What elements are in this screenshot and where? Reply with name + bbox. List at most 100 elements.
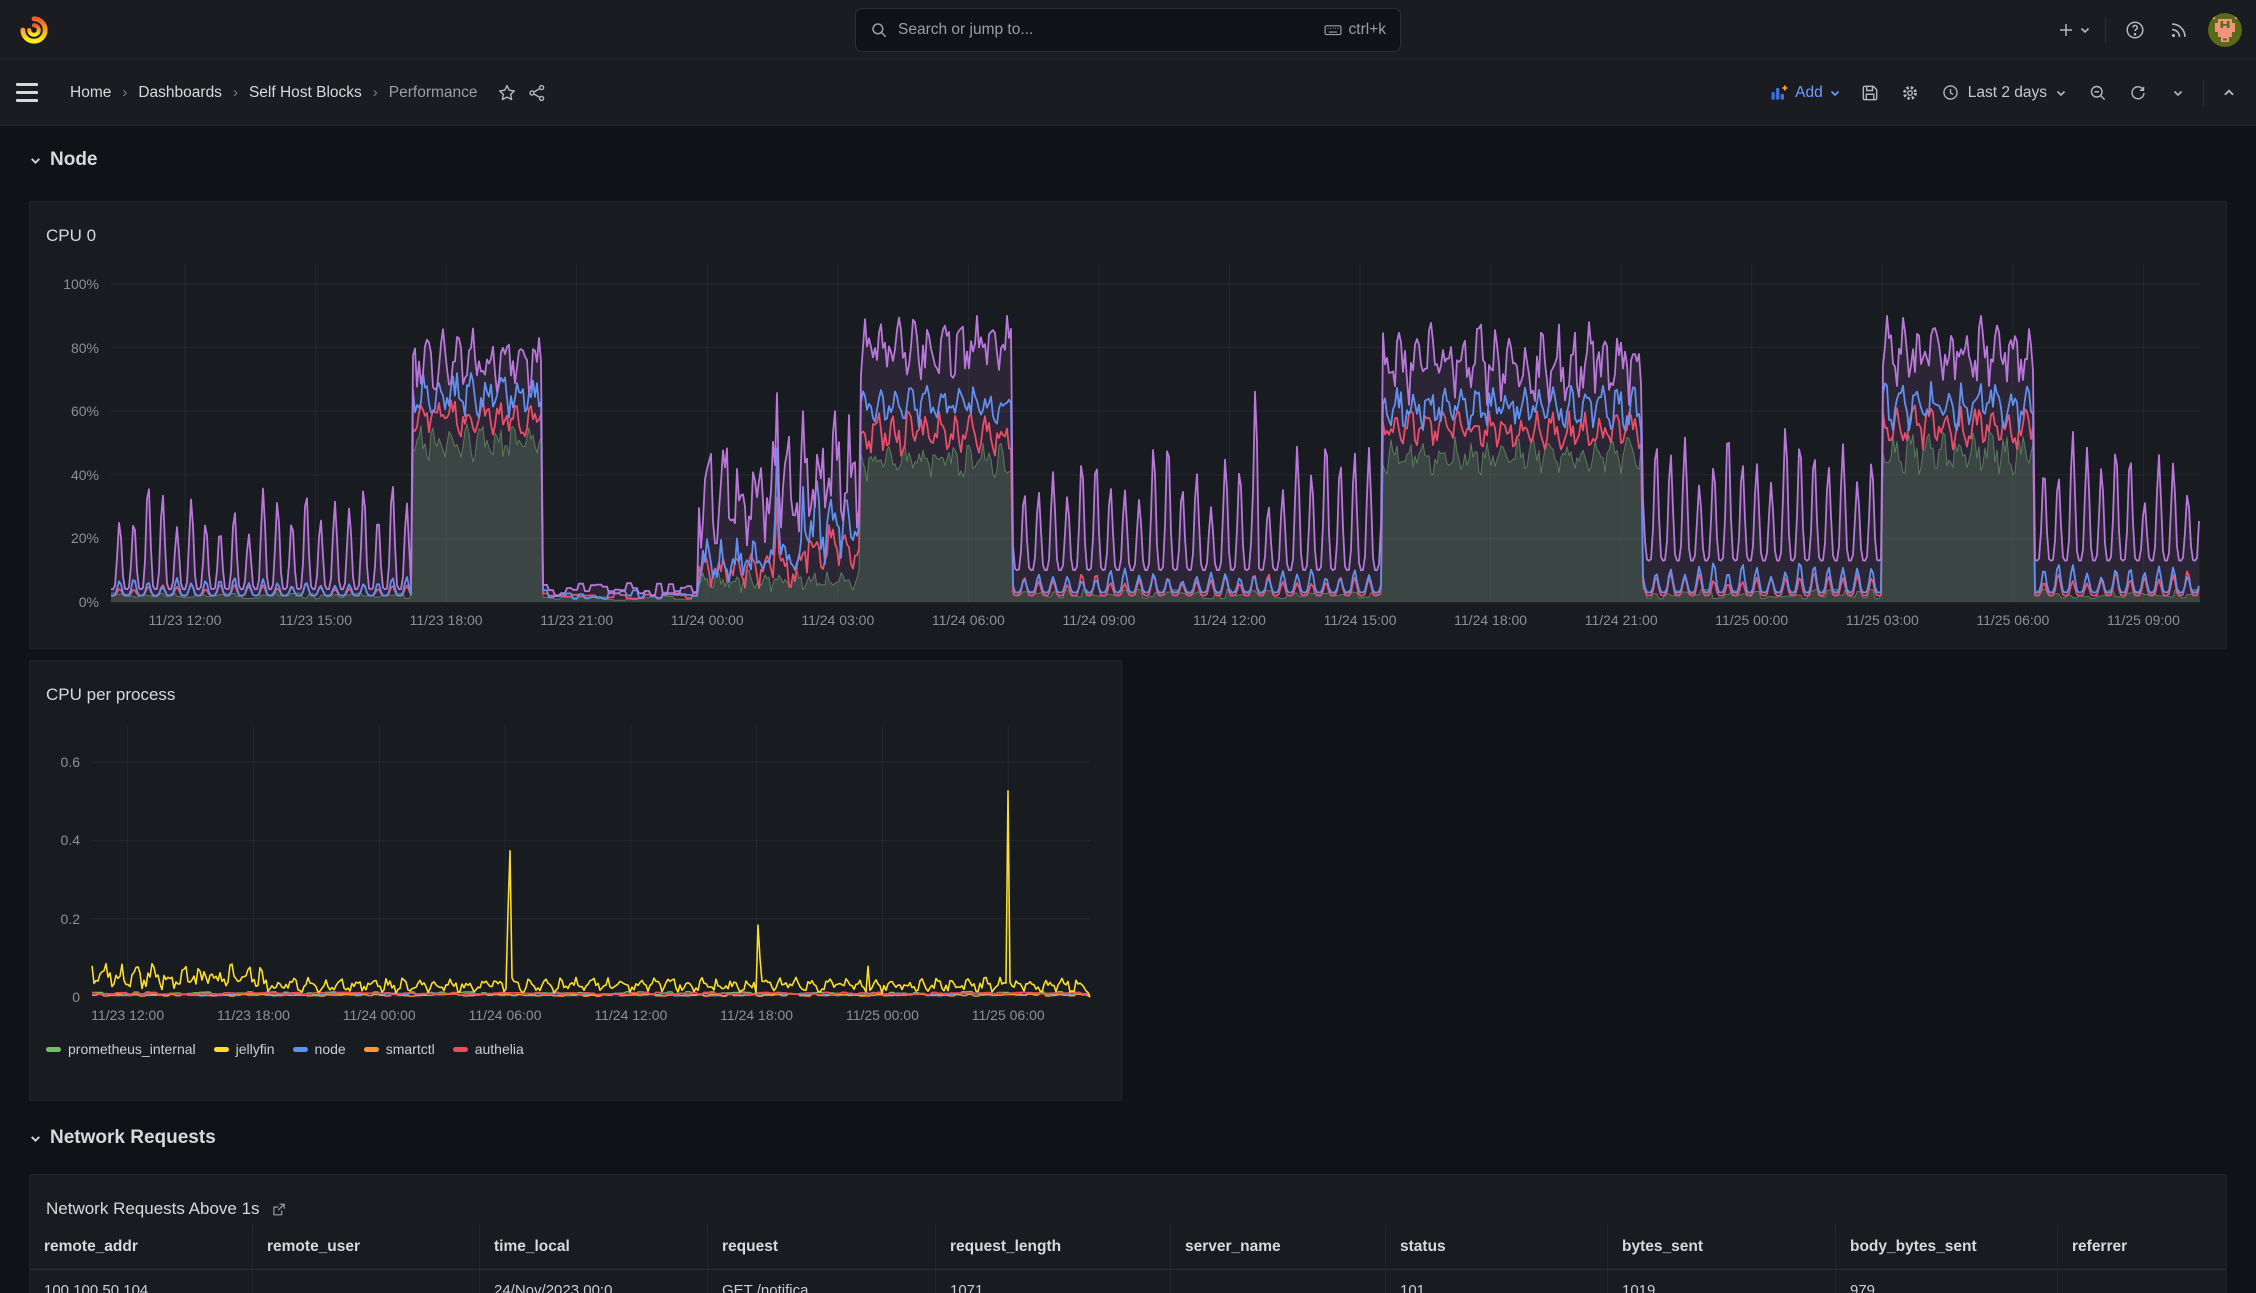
y-tick-label: 80%: [70, 339, 99, 356]
share-button[interactable]: [522, 78, 552, 108]
table-header-row: remote_addr remote_user time_local request r…: [30, 1225, 2226, 1270]
row-network-requests-label: Network Requests: [50, 1127, 216, 1148]
column-header-server_name[interactable]: server_name: [1171, 1225, 1386, 1269]
legend-marker: [292, 1046, 308, 1052]
column-header-body_bytes_sent[interactable]: body_bytes_sent: [1836, 1225, 2058, 1269]
panel-title-network-requests[interactable]: Network Requests Above 1s: [46, 1199, 287, 1219]
refresh-interval-dropdown[interactable]: [2163, 78, 2193, 108]
favorite-star-button[interactable]: [492, 78, 522, 108]
legend-item-smartctl[interactable]: smartctl: [363, 1041, 435, 1057]
legend-marker: [213, 1046, 229, 1052]
x-tick-label: 11/24 09:00: [1062, 612, 1136, 628]
x-tick-label: 11/24 06:00: [931, 612, 1005, 628]
x-tick-label: 11/25 03:00: [1845, 612, 1919, 628]
x-tick-label: 11/24 18:00: [1454, 612, 1528, 628]
x-tick-label: 11/24 12:00: [1193, 612, 1266, 628]
time-range-label: Last 2 days: [1967, 83, 2047, 101]
table-cell: 100.100.50.104: [30, 1270, 253, 1293]
add-panel-icon: [1769, 83, 1789, 103]
legend-item-authelia[interactable]: authelia: [452, 1041, 524, 1057]
y-tick-label: 0.2: [60, 910, 80, 927]
chart-cpu_per_process[interactable]: 0 0.2 0.4 0.6 11/23 12:00 11/23 18:00 11/24 00…: [30, 661, 1121, 1100]
panel-cpu0: CPU 0 0% 20% 40% 60% 80% 100% 11/23 12:00 11/23…: [29, 201, 2227, 649]
grafana-dashboard: Search or jump to... ctrl+k Home › Dashb…: [0, 0, 2256, 1293]
menu-toggle-button[interactable]: [16, 78, 46, 108]
legend-marker: [46, 1046, 61, 1052]
divider: [2105, 17, 2106, 43]
search-icon: [870, 21, 888, 39]
breadcrumb-dashboards[interactable]: Dashboards: [138, 84, 222, 102]
x-tick-label: 11/23 18:00: [409, 612, 483, 628]
panel-cpu-per-process: CPU per process 0 0.2 0.4 0.6 11/23 12:00 11/…: [29, 660, 1122, 1101]
help-button[interactable]: [2120, 15, 2150, 45]
dashboard-settings-button[interactable]: [1895, 78, 1925, 108]
chevron-down-icon: [31, 1135, 40, 1142]
row-node[interactable]: Node: [29, 149, 98, 171]
column-header-remote_addr[interactable]: remote_addr: [30, 1225, 253, 1269]
table-row[interactable]: 100.100.50.104 24/Nov/2023 00:0 GET /notif…: [30, 1270, 2226, 1293]
breadcrumb-self-host-blocks[interactable]: Self Host Blocks: [249, 84, 362, 102]
save-dashboard-button[interactable]: [1855, 78, 1885, 108]
search-placeholder: Search or jump to...: [898, 21, 1034, 38]
column-header-status[interactable]: status: [1386, 1225, 1608, 1269]
x-tick-label: 11/23 12:00: [148, 612, 222, 628]
clock-icon: [1941, 83, 1960, 102]
x-tick-label: 11/23 12:00: [91, 1007, 165, 1023]
legend-item-jellyfin[interactable]: jellyfin: [213, 1041, 275, 1057]
external-link-icon[interactable]: [270, 1201, 287, 1218]
column-header-request_length[interactable]: request_length: [936, 1225, 1171, 1269]
keyboard-icon: [1323, 20, 1343, 40]
y-tick-label: 20%: [70, 530, 99, 547]
legend-label: prometheus_internal: [68, 1041, 196, 1057]
chevron-down-icon: [2173, 90, 2183, 96]
avatar[interactable]: [2208, 13, 2242, 47]
time-range-picker[interactable]: Last 2 days: [1935, 77, 2073, 109]
breadcrumb-separator: ›: [232, 84, 238, 101]
legend-item-node[interactable]: node: [292, 1041, 346, 1057]
row-network-requests[interactable]: Network Requests: [29, 1127, 216, 1149]
legend-marker: [363, 1046, 379, 1052]
shortcut-hint: ctrl+k: [1323, 20, 1386, 40]
zoom-out-button[interactable]: [2083, 78, 2113, 108]
panel-title-text: Network Requests Above 1s: [46, 1199, 260, 1219]
x-tick-label: 11/25 00:00: [845, 1007, 919, 1023]
y-tick-label: 100%: [63, 276, 99, 292]
column-header-referrer[interactable]: referrer: [2058, 1225, 2226, 1269]
legend-item-prometheus_internal[interactable]: prometheus_internal: [46, 1041, 196, 1057]
series-jellyfin: [91, 790, 1091, 998]
chevron-down-icon: [2056, 90, 2066, 96]
dashboard-toolbar: Home › Dashboards › Self Host Blocks › P…: [0, 60, 2256, 126]
y-tick-label: 60%: [70, 403, 99, 420]
x-tick-label: 11/24 18:00: [720, 1007, 794, 1023]
refresh-button[interactable]: [2123, 78, 2153, 108]
dashboard-canvas: Node CPU 0 0% 20% 40% 60% 80% 100% 11/23 12:00…: [0, 127, 2256, 1293]
news-rss-button[interactable]: [2164, 15, 2194, 45]
column-header-remote_user[interactable]: remote_user: [253, 1225, 480, 1269]
y-tick-label: 0.6: [60, 753, 80, 770]
divider: [2203, 79, 2204, 106]
add-button[interactable]: Add: [1765, 83, 1845, 103]
shortcut-label: ctrl+k: [1348, 21, 1386, 38]
add-button-label: Add: [1795, 83, 1823, 101]
x-tick-label: 11/23 18:00: [216, 1007, 290, 1023]
column-header-time_local[interactable]: time_local: [480, 1225, 708, 1269]
x-tick-label: 11/25 09:00: [2106, 612, 2180, 628]
x-tick-label: 11/23 21:00: [540, 612, 614, 628]
y-tick-label: 0%: [78, 594, 99, 610]
table-cell: [1171, 1270, 1386, 1293]
column-header-bytes_sent[interactable]: bytes_sent: [1608, 1225, 1836, 1269]
topbar-actions: [2057, 0, 2242, 60]
collapse-toolbar-button[interactable]: [2214, 78, 2244, 108]
x-tick-label: 11/24 00:00: [670, 612, 744, 628]
new-button[interactable]: [2057, 15, 2091, 45]
x-tick-label: 11/24 15:00: [1323, 612, 1397, 628]
grafana-logo-icon[interactable]: [18, 14, 50, 46]
legend-label: node: [314, 1041, 346, 1057]
chart-cpu0[interactable]: 0% 20% 40% 60% 80% 100% 11/23 12:00 11/23 15:00…: [30, 202, 2226, 648]
chevron-down-icon: [31, 157, 40, 164]
search-input[interactable]: Search or jump to... ctrl+k: [855, 8, 1401, 52]
breadcrumb-home[interactable]: Home: [70, 84, 111, 102]
column-header-request[interactable]: request: [708, 1225, 936, 1269]
toolbar-actions: Add Last 2 days: [1765, 77, 2244, 109]
chevron-down-icon: [2080, 27, 2090, 34]
